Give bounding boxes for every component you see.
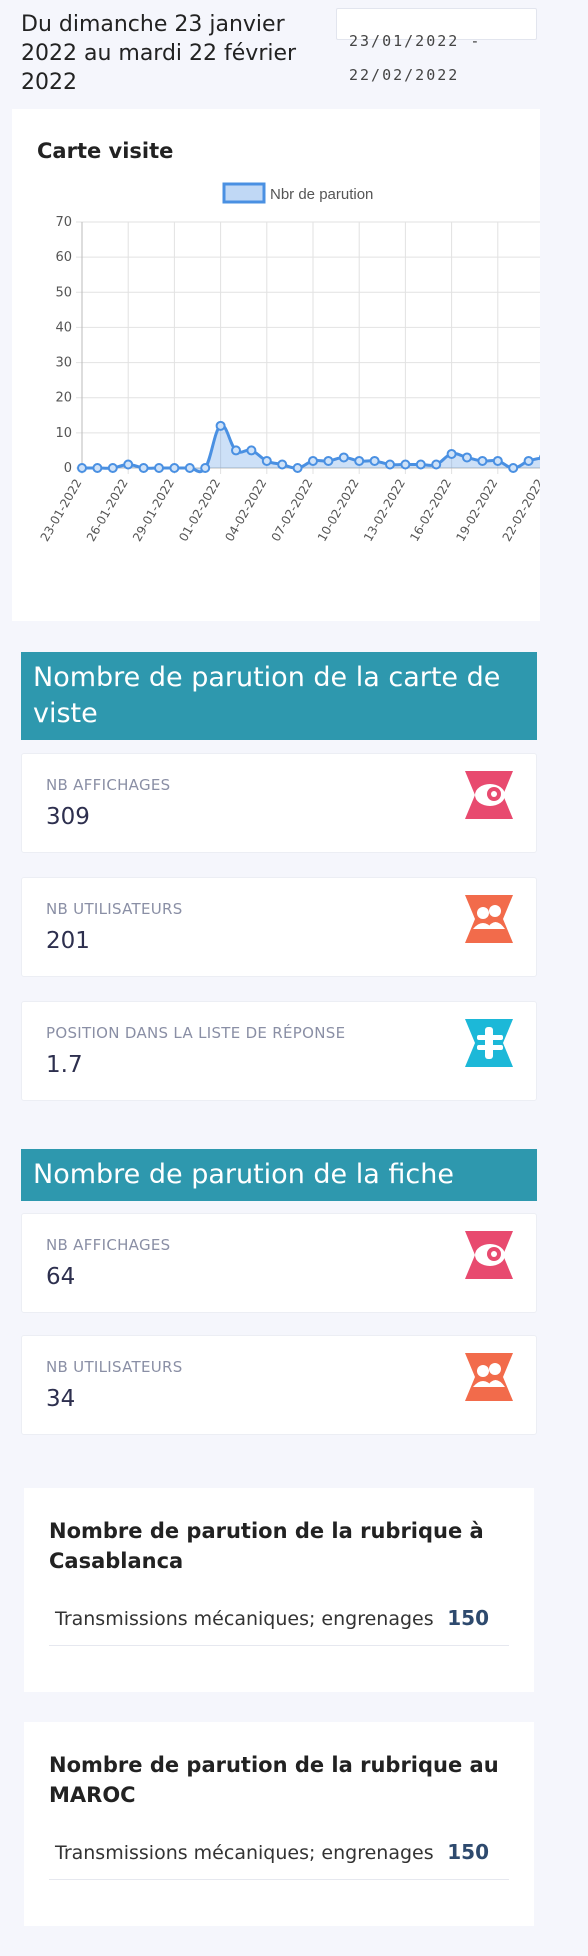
data-point — [231, 445, 241, 456]
x-tick-label: 04-02-2022 — [222, 477, 269, 544]
rubrique-row: Transmissions mécaniques; engrenages 150 — [49, 1598, 509, 1646]
x-tick-label: 29-01-2022 — [130, 477, 177, 544]
rubrique-label: Transmissions mécaniques; engrenages — [55, 1842, 434, 1864]
data-point — [400, 459, 411, 470]
data-point — [215, 420, 226, 431]
rubrique-maroc-card: Nombre de parution de la rubrique au MAR… — [24, 1722, 534, 1926]
x-tick-label: 01-02-2022 — [176, 477, 223, 544]
stat-card-affichages: NB AFFICHAGES 309 — [21, 753, 537, 853]
rubrique-count: 150 — [447, 1840, 489, 1864]
date-range-text: Du dimanche 23 janvier 2022 au mardi 22 … — [21, 12, 297, 95]
data-point — [277, 459, 288, 470]
section-title-carte: Nombre de parution de la carte de viste — [21, 652, 537, 740]
date-range-value[interactable]: 23/01/2022 - 22/02/2022 — [349, 24, 539, 92]
y-tick-label: 20 — [55, 391, 72, 406]
eye-icon — [465, 1231, 513, 1279]
data-point — [431, 459, 442, 470]
data-point — [200, 463, 211, 473]
data-point — [123, 459, 134, 470]
stat-card-fiche-utilisateurs: NB UTILISATEURS 34 — [21, 1335, 537, 1435]
data-point — [138, 463, 149, 473]
section-title-fiche: Nombre de parution de la fiche — [21, 1149, 537, 1201]
stat-value: 1.7 — [46, 1052, 83, 1078]
rubrique-title: Nombre de parution de la rubrique au MAR… — [49, 1753, 499, 1807]
stat-label: POSITION DANS LA LISTE DE RÉPONSE — [46, 1024, 346, 1042]
data-point — [492, 455, 503, 466]
data-point — [246, 445, 257, 456]
stat-card-utilisateurs: NB UTILISATEURS 201 — [21, 877, 537, 977]
rubrique-count: 150 — [447, 1606, 489, 1630]
stat-label: NB UTILISATEURS — [46, 900, 183, 918]
y-tick-label: 10 — [55, 426, 72, 441]
users-icon — [465, 1353, 513, 1401]
stat-value: 309 — [46, 804, 90, 830]
list-icon — [465, 1019, 513, 1067]
x-tick-label: 26-01-2022 — [84, 477, 131, 544]
x-tick-label: 10-02-2022 — [315, 477, 362, 544]
data-point — [338, 452, 349, 463]
y-tick-label: 30 — [55, 356, 72, 371]
data-point — [77, 463, 87, 473]
data-point — [462, 452, 472, 463]
data-point — [508, 463, 519, 473]
legend-label: Nbr de parution — [270, 186, 373, 203]
data-point — [523, 455, 534, 466]
data-point — [107, 463, 118, 473]
y-tick-label: 40 — [55, 320, 72, 335]
eye-icon — [465, 771, 513, 819]
legend-swatch — [222, 182, 266, 204]
data-point — [308, 455, 318, 466]
x-tick-label: 16-02-2022 — [407, 477, 454, 544]
x-tick-label: 19-02-2022 — [453, 477, 500, 544]
stat-label: NB AFFICHAGES — [46, 776, 171, 794]
data-point — [354, 455, 365, 466]
rubrique-title: Nombre de parution de la rubrique à Casa… — [49, 1519, 484, 1573]
line-chart: 0 10 20 30 40 50 60 70 23-01-2022 26-01-2022 29-01… — [38, 182, 540, 544]
stat-label: NB UTILISATEURS — [46, 1358, 183, 1376]
stat-card-position: POSITION DANS LA LISTE DE RÉPONSE 1.7 — [21, 1001, 537, 1101]
data-point — [169, 463, 180, 473]
data-point — [415, 459, 426, 470]
y-tick-label: 50 — [55, 285, 72, 300]
rubrique-casablanca-card: Nombre de parution de la rubrique à Casa… — [24, 1488, 534, 1692]
data-point — [184, 463, 195, 473]
chart-card: Carte visite 0 10 20 30 40 50 60 70 23-01-2022 26… — [12, 109, 540, 621]
data-point — [154, 463, 164, 473]
data-point — [92, 463, 103, 473]
x-tick-label: 23-01-2022 — [38, 477, 85, 544]
data-point — [385, 459, 395, 470]
rubrique-row: Transmissions mécaniques; engrenages 150 — [49, 1832, 509, 1880]
x-tick-label: 07-02-2022 — [269, 477, 316, 544]
data-point — [369, 455, 380, 466]
y-tick-label: 60 — [55, 250, 72, 265]
stat-value: 201 — [46, 928, 90, 954]
stat-value: 34 — [46, 1386, 76, 1412]
data-point — [477, 455, 488, 466]
rubrique-label: Transmissions mécaniques; engrenages — [55, 1608, 434, 1630]
x-tick-label: 22-02-2022 — [500, 477, 540, 544]
users-icon — [465, 895, 513, 943]
data-point — [292, 463, 303, 473]
y-tick-label: 0 — [64, 461, 72, 476]
data-point — [323, 455, 334, 466]
stat-card-fiche-affichages: NB AFFICHAGES 64 — [21, 1213, 537, 1313]
data-point — [261, 455, 272, 466]
stat-label: NB AFFICHAGES — [46, 1236, 171, 1254]
x-tick-label: 13-02-2022 — [361, 477, 408, 544]
stat-value: 64 — [46, 1264, 76, 1290]
data-point — [446, 448, 457, 459]
y-tick-label: 70 — [55, 215, 72, 230]
